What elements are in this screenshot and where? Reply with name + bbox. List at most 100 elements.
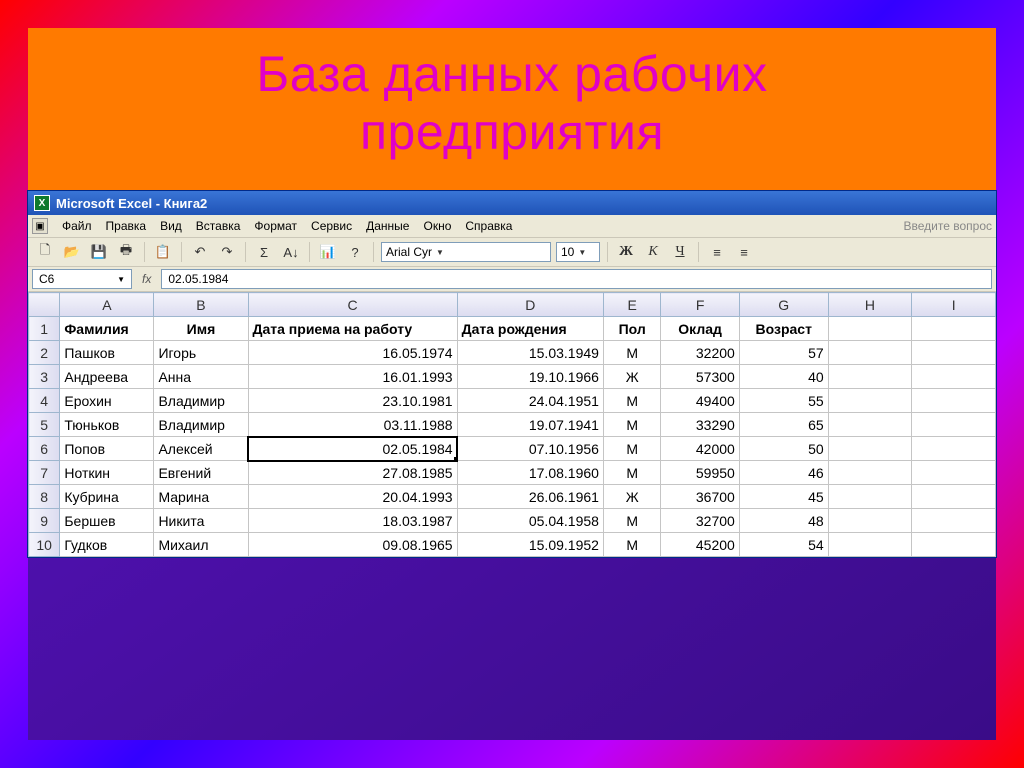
cell[interactable]: М xyxy=(603,533,660,557)
cell[interactable] xyxy=(912,461,996,485)
cell[interactable]: 59950 xyxy=(661,461,739,485)
cell[interactable]: 45 xyxy=(739,485,828,509)
cell[interactable]: 27.08.1985 xyxy=(248,461,457,485)
fx-icon[interactable]: fx xyxy=(136,272,157,286)
cell[interactable]: 49400 xyxy=(661,389,739,413)
select-all-corner[interactable] xyxy=(29,293,60,317)
cell[interactable]: 02.05.1984 xyxy=(248,437,457,461)
cell[interactable]: 65 xyxy=(739,413,828,437)
underline-button[interactable]: Ч xyxy=(669,241,691,263)
cell[interactable]: Дата рождения xyxy=(457,317,603,341)
name-box[interactable]: C6 ▼ xyxy=(32,269,132,289)
cell[interactable] xyxy=(912,317,996,341)
col-header[interactable]: C xyxy=(248,293,457,317)
menu-file[interactable]: Файл xyxy=(62,219,92,233)
cell[interactable] xyxy=(912,485,996,509)
sort-az-icon[interactable]: A↓ xyxy=(280,241,302,263)
cell[interactable] xyxy=(828,461,912,485)
cell[interactable]: Имя xyxy=(154,317,248,341)
cell[interactable]: М xyxy=(603,437,660,461)
row-header[interactable]: 7 xyxy=(29,461,60,485)
cell[interactable]: Никита xyxy=(154,509,248,533)
print-icon[interactable]: 🖶 xyxy=(115,241,137,263)
menu-edit[interactable]: Правка xyxy=(106,219,147,233)
cell[interactable]: Андреева xyxy=(60,365,154,389)
cell[interactable]: Михаил xyxy=(154,533,248,557)
col-header[interactable]: B xyxy=(154,293,248,317)
cell[interactable]: 48 xyxy=(739,509,828,533)
menu-window[interactable]: Окно xyxy=(423,219,451,233)
cell[interactable]: 45200 xyxy=(661,533,739,557)
menu-data[interactable]: Данные xyxy=(366,219,409,233)
cell[interactable]: 15.03.1949 xyxy=(457,341,603,365)
cell[interactable]: 42000 xyxy=(661,437,739,461)
cell[interactable]: 23.10.1981 xyxy=(248,389,457,413)
col-header[interactable]: D xyxy=(457,293,603,317)
menu-format[interactable]: Формат xyxy=(254,219,297,233)
col-header[interactable]: I xyxy=(912,293,996,317)
cell[interactable]: Анна xyxy=(154,365,248,389)
cell[interactable] xyxy=(828,365,912,389)
cell[interactable]: Пол xyxy=(603,317,660,341)
cell[interactable]: 17.08.1960 xyxy=(457,461,603,485)
cell[interactable] xyxy=(912,413,996,437)
cell[interactable] xyxy=(828,317,912,341)
cell[interactable]: 40 xyxy=(739,365,828,389)
cell[interactable] xyxy=(912,365,996,389)
cell[interactable] xyxy=(912,389,996,413)
cell[interactable] xyxy=(828,485,912,509)
cell[interactable] xyxy=(828,389,912,413)
cell[interactable]: 19.10.1966 xyxy=(457,365,603,389)
cell[interactable] xyxy=(828,341,912,365)
cell[interactable]: 55 xyxy=(739,389,828,413)
cell[interactable] xyxy=(912,533,996,557)
row-header[interactable]: 10 xyxy=(29,533,60,557)
cell[interactable]: Игорь xyxy=(154,341,248,365)
font-size-select[interactable]: 10▼ xyxy=(556,242,600,262)
cell[interactable]: М xyxy=(603,341,660,365)
ask-question-box[interactable]: Введите вопрос xyxy=(832,219,992,233)
cell[interactable]: Ноткин xyxy=(60,461,154,485)
cell[interactable]: Попов xyxy=(60,437,154,461)
cell[interactable]: 36700 xyxy=(661,485,739,509)
italic-button[interactable]: К xyxy=(642,241,664,263)
align-left-icon[interactable]: ≡ xyxy=(706,241,728,263)
cell[interactable]: Алексей xyxy=(154,437,248,461)
cell[interactable]: Ерохин xyxy=(60,389,154,413)
cell[interactable]: Марина xyxy=(154,485,248,509)
align-center-icon[interactable]: ≡ xyxy=(733,241,755,263)
copy-icon[interactable]: 📋 xyxy=(152,241,174,263)
cell[interactable]: Фамилия xyxy=(60,317,154,341)
bold-button[interactable]: Ж xyxy=(615,241,637,263)
cell[interactable]: 19.07.1941 xyxy=(457,413,603,437)
menu-view[interactable]: Вид xyxy=(160,219,182,233)
titlebar[interactable]: X Microsoft Excel - Книга2 xyxy=(28,191,996,215)
cell[interactable]: 32200 xyxy=(661,341,739,365)
cell[interactable] xyxy=(828,413,912,437)
cell[interactable]: Бершев xyxy=(60,509,154,533)
chart-icon[interactable]: 📊 xyxy=(317,241,339,263)
row-header[interactable]: 2 xyxy=(29,341,60,365)
cell[interactable]: 26.06.1961 xyxy=(457,485,603,509)
cell[interactable] xyxy=(828,533,912,557)
row-header[interactable]: 5 xyxy=(29,413,60,437)
cell[interactable]: Оклад xyxy=(661,317,739,341)
spreadsheet-grid[interactable]: A B C D E F G H I 1 Фамилия xyxy=(28,292,996,557)
cell[interactable]: Ж xyxy=(603,485,660,509)
font-name-select[interactable]: Arial Cyr▼ xyxy=(381,242,551,262)
cell[interactable]: 07.10.1956 xyxy=(457,437,603,461)
cell[interactable]: Тюньков xyxy=(60,413,154,437)
col-header[interactable]: E xyxy=(603,293,660,317)
cell[interactable]: 18.03.1987 xyxy=(248,509,457,533)
row-header[interactable]: 3 xyxy=(29,365,60,389)
cell[interactable]: Гудков xyxy=(60,533,154,557)
cell[interactable]: 57300 xyxy=(661,365,739,389)
menu-help[interactable]: Справка xyxy=(465,219,512,233)
cell[interactable]: М xyxy=(603,509,660,533)
cell[interactable]: М xyxy=(603,413,660,437)
save-icon[interactable]: 💾 xyxy=(88,241,110,263)
cell[interactable]: 57 xyxy=(739,341,828,365)
col-header[interactable]: H xyxy=(828,293,912,317)
row-header[interactable]: 6 xyxy=(29,437,60,461)
redo-icon[interactable]: ↷ xyxy=(216,241,238,263)
